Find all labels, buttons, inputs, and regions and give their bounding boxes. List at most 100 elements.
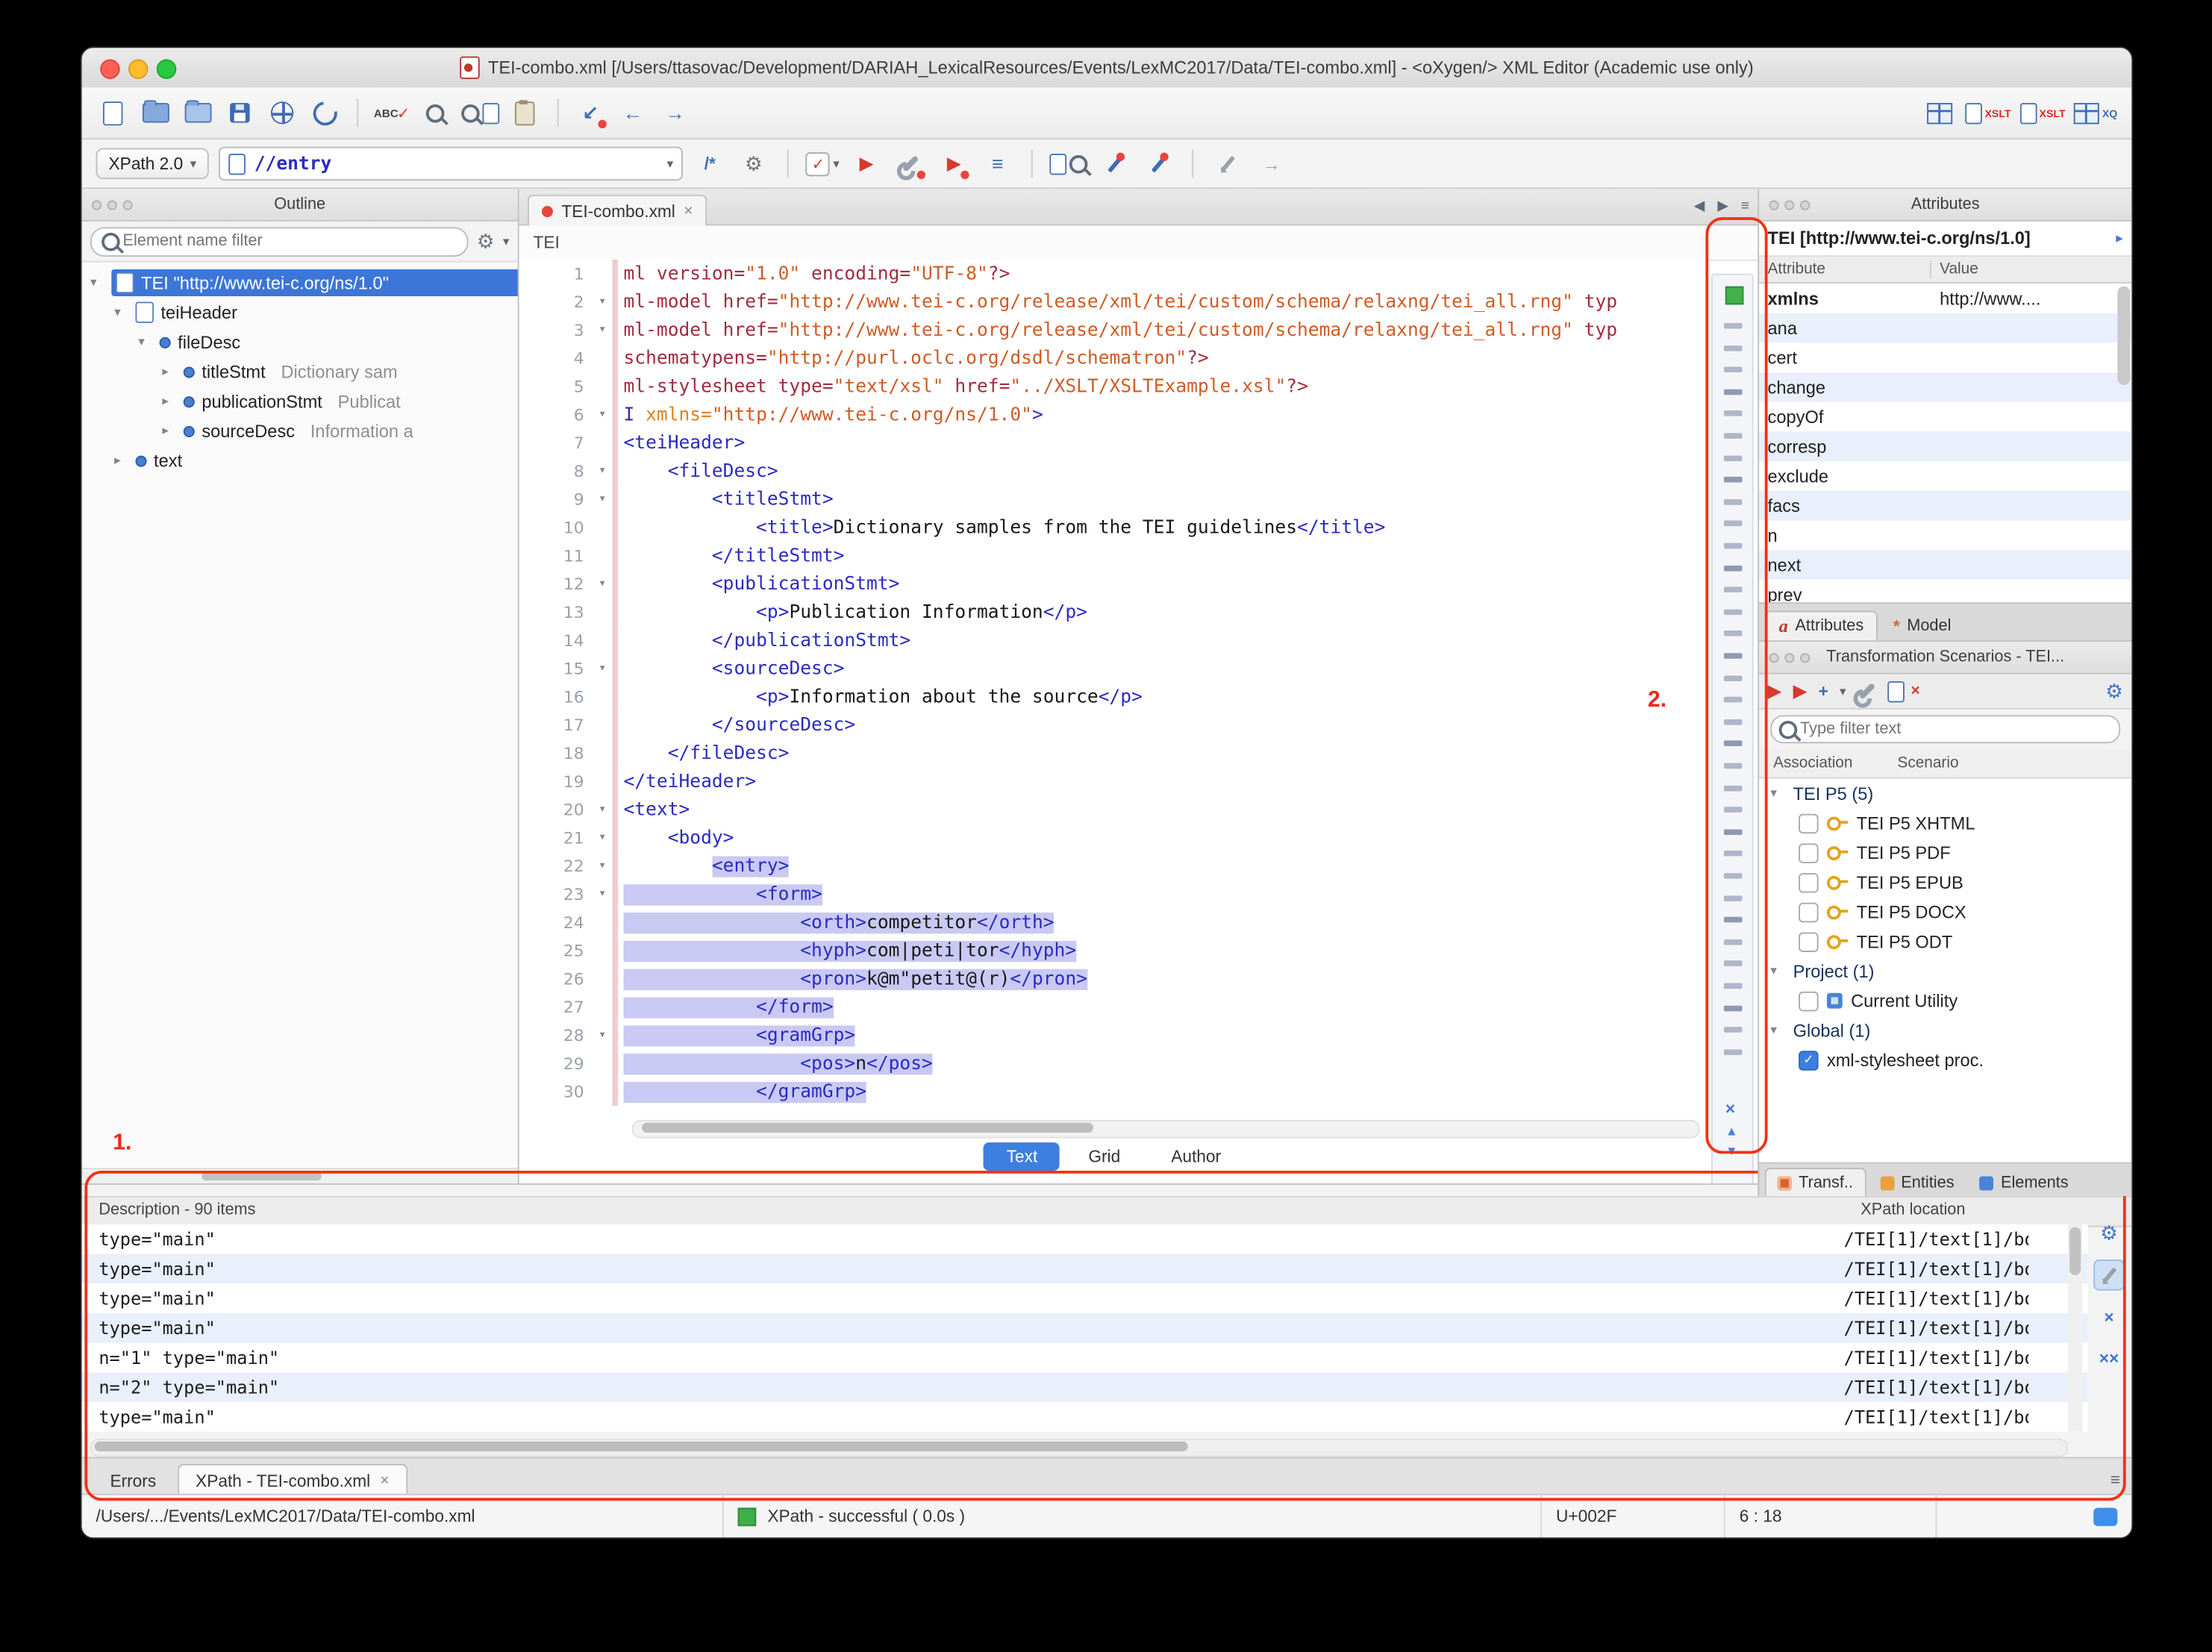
feedback-chat-icon[interactable]	[2093, 1507, 2117, 1526]
code-line[interactable]: 17 </sourceDesc>	[519, 711, 1709, 739]
fold-toggle-icon[interactable]: ▾	[593, 887, 612, 901]
attribute-row[interactable]: change	[1759, 372, 2131, 402]
scenario-settings-icon[interactable]: ⚙	[2105, 681, 2123, 701]
editor-hscrollbar[interactable]	[632, 1120, 1700, 1139]
scenario-checkbox[interactable]	[1799, 991, 1818, 1010]
collapse-icon[interactable]: ▾	[1770, 963, 1784, 979]
scenario-group[interactable]: ▾TEI P5 (5)	[1759, 778, 2131, 808]
scroll-down-icon[interactable]: ▼	[1725, 1144, 1738, 1158]
fold-toggle-icon[interactable]: ▾	[593, 464, 612, 478]
result-row[interactable]: n="1" type="main"/TEI[1]/text[1]/bo	[82, 1343, 2088, 1373]
expand-icon[interactable]: ▸	[114, 453, 128, 469]
scenario-checkbox[interactable]	[1799, 813, 1818, 833]
code-line[interactable]: 2▾ml-model href="http://www.tei-c.org/re…	[519, 288, 1709, 316]
code-line[interactable]: 22▾ <entry>	[519, 852, 1709, 880]
match-mark[interactable]	[1724, 389, 1743, 395]
scenario-checkbox[interactable]	[1799, 842, 1818, 862]
code-line[interactable]: 6▾I xmlns="http://www.tei-c.org/ns/1.0">	[519, 401, 1709, 429]
attribute-row[interactable]: facs	[1759, 491, 2131, 521]
debug-transformation-button[interactable]: ▶	[937, 147, 971, 181]
match-mark[interactable]	[1724, 1027, 1743, 1033]
attribute-row[interactable]: n	[1759, 521, 2131, 551]
apply-transformation-button[interactable]: ▶	[849, 147, 883, 181]
delete-scenario-icon[interactable]: ×	[1911, 683, 1920, 700]
match-mark[interactable]	[1724, 829, 1743, 835]
xpath-column-header[interactable]: XPath location	[1860, 1202, 1965, 1219]
fold-toggle-icon[interactable]: ▾	[593, 295, 612, 309]
scenario-item[interactable]: ✓xml-stylesheet proc.	[1759, 1045, 2131, 1075]
scroll-thumb[interactable]	[642, 1123, 1093, 1133]
panel-list-icon[interactable]: ≡	[2111, 1470, 2120, 1489]
code-line[interactable]: 5ml-stylesheet type="text/xsl" href="../…	[519, 372, 1709, 401]
fold-toggle-icon[interactable]: ▾	[593, 803, 612, 817]
results-remove-all-button[interactable]: ××	[2095, 1344, 2123, 1372]
code-line[interactable]: 15▾ <sourceDesc>	[519, 654, 1709, 683]
code-line[interactable]: 9▾ <titleStmt>	[519, 485, 1709, 513]
outline-item[interactable]: ▸titleStmtDictionary sam	[82, 357, 518, 387]
outline-item[interactable]: ▸text	[82, 445, 518, 475]
new-document-button[interactable]	[96, 96, 130, 130]
code-line[interactable]: 23▾ <form>	[519, 880, 1709, 909]
collapse-icon[interactable]: ▾	[90, 275, 104, 291]
collapse-icon[interactable]: ▾	[1770, 786, 1784, 801]
fold-toggle-icon[interactable]: ▾	[593, 577, 612, 591]
xpath-settings-button[interactable]: ⚙	[737, 147, 770, 181]
code-area[interactable]: 1ml version="1.0" encoding="UTF-8"?>2▾ml…	[519, 260, 1709, 1117]
match-mark[interactable]	[1724, 1005, 1743, 1011]
code-line[interactable]: 10 <title>Dictionary samples from the TE…	[519, 513, 1709, 542]
check-well-formed-button[interactable]: ↙	[574, 96, 607, 130]
chevron-down-icon[interactable]: ▾	[667, 156, 674, 172]
match-mark[interactable]	[1724, 961, 1743, 967]
mode-tab-text[interactable]: Text	[984, 1142, 1060, 1171]
result-row[interactable]: n="2" type="main"/TEI[1]/text[1]/bo	[82, 1372, 2088, 1402]
match-mark[interactable]	[1724, 719, 1743, 725]
code-line[interactable]: 26 <pron>k@m"petit@(r)</pron>	[519, 965, 1709, 993]
open-remote-button[interactable]	[265, 96, 299, 130]
xquery-button[interactable]: XQ	[2074, 96, 2117, 130]
match-mark[interactable]	[1724, 631, 1743, 637]
scenario-column-header[interactable]: Scenario	[1897, 754, 1958, 772]
code-line[interactable]: 30 </gramGrp>	[519, 1077, 1709, 1106]
match-mark[interactable]	[1724, 587, 1743, 593]
scenario-group[interactable]: ▾Project (1)	[1759, 957, 2131, 986]
results-hscrollbar[interactable]	[90, 1439, 2068, 1457]
format-indent-button[interactable]: ≡	[981, 147, 1014, 181]
code-line[interactable]: 14 </publicationStmt>	[519, 626, 1709, 654]
match-mark[interactable]	[1724, 543, 1743, 549]
collapse-icon[interactable]: ▾	[114, 304, 128, 320]
outline-item[interactable]: ▾teiHeader	[82, 298, 518, 328]
scenario-item[interactable]: TEI P5 ODT	[1759, 927, 2131, 957]
debug-scenario-icon[interactable]: ▶	[1793, 680, 1808, 702]
quick-fix-button[interactable]	[1098, 147, 1131, 181]
xslt-debug-button[interactable]: XSLT	[1965, 96, 2011, 130]
document-tab[interactable]: TEI-combo.xml ×	[528, 195, 707, 226]
association-column-header[interactable]: Association	[1759, 754, 1897, 772]
code-line[interactable]: 4schematypens="http://purl.oclc.org/dsdl…	[519, 344, 1709, 372]
back-button[interactable]: ←	[616, 96, 649, 130]
code-line[interactable]: 16 <p>Information about the source</p>	[519, 683, 1709, 711]
match-mark[interactable]	[1724, 939, 1743, 945]
find-replace-button[interactable]	[419, 96, 452, 130]
paste-button[interactable]	[507, 96, 541, 130]
match-mark[interactable]	[1724, 609, 1743, 615]
refactor-button[interactable]	[1142, 147, 1175, 181]
close-window-button[interactable]	[100, 59, 119, 78]
match-mark[interactable]	[1724, 763, 1743, 769]
zoom-window-button[interactable]	[157, 59, 176, 78]
scroll-thumb[interactable]	[2069, 1227, 2081, 1275]
code-line[interactable]: 18 </fileDesc>	[519, 739, 1709, 768]
attribute-row[interactable]: cert	[1759, 342, 2131, 372]
match-mark[interactable]	[1724, 565, 1743, 571]
new-scenario-icon[interactable]: +	[1819, 681, 1828, 701]
match-mark[interactable]	[1724, 433, 1743, 439]
result-row[interactable]: type="main"/TEI[1]/text[1]/bo	[82, 1224, 2088, 1254]
panel-dots[interactable]	[1769, 200, 1810, 210]
tab-attributes[interactable]: aAttributes	[1765, 610, 1878, 640]
right-tab-2[interactable]: Elements	[1969, 1169, 2080, 1196]
code-line[interactable]: 25 <hyph>com|peti|tor</hyph>	[519, 936, 1709, 965]
match-mark[interactable]	[1724, 895, 1743, 901]
code-line[interactable]: 20▾<text>	[519, 795, 1709, 824]
match-mark[interactable]	[1724, 807, 1743, 813]
attribute-row[interactable]: ana	[1759, 313, 2131, 343]
code-line[interactable]: 1ml version="1.0" encoding="UTF-8"?>	[519, 260, 1709, 288]
